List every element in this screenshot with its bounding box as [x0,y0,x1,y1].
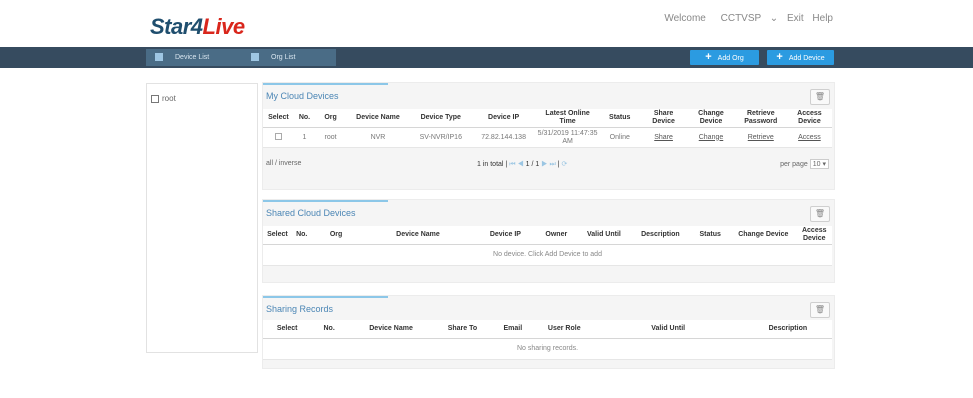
list-icon [155,53,163,62]
panel-title: Shared Cloud Devices [266,208,356,218]
col-header: Change Device [730,226,797,245]
row-select[interactable] [263,127,294,148]
my-devices-table: Select No. Org Device Name Device Type D… [263,109,832,148]
col-header: Description [630,226,691,245]
tree-item-root[interactable]: root [151,94,176,103]
checkbox-icon[interactable] [151,94,159,103]
list-icon [251,53,259,62]
col-header: Device Name [345,109,410,128]
col-header: Device IP [475,226,536,245]
per-page-select[interactable]: 10 ▾ [809,159,829,169]
prev-page-icon[interactable]: ◀ [517,161,523,168]
access-link[interactable]: Access [786,127,832,148]
logo: Star4Live [150,14,245,39]
shared-devices-table: Select No. Org Device Name Device IP Own… [263,226,832,266]
col-header: Description [743,320,832,339]
col-header: Share Device [639,109,688,128]
col-header: Org [315,109,346,128]
retrieve-link[interactable]: Retrieve [734,127,787,148]
panel-title: Sharing Records [266,304,334,314]
col-header: Status [690,226,731,245]
panel-title: My Cloud Devices [266,91,339,101]
pagination: 1 in total | ⏮ ◀ 1 / 1 ▶ ⏭ | ⟳ [477,161,568,168]
cell-time: 5/31/2019 11:47:35 AM [535,127,600,148]
col-header: Device Type [409,109,472,128]
next-page-icon[interactable]: ▶ [541,161,547,168]
col-header: Device Name [346,320,436,339]
col-header: Access Device [786,109,832,128]
cell-type: SV-NVR/IP16 [409,127,472,148]
chevron-down-icon: ⌄ [769,13,779,24]
col-header: Status [599,109,640,128]
sharing-records-panel: Sharing Records 🗑 Select No. Device Name… [262,295,835,369]
refresh-icon[interactable]: ⟳ [561,161,567,168]
col-header: User Role [535,320,593,339]
shared-cloud-devices-panel: Shared Cloud Devices 🗑 Select No. Org De… [262,199,835,283]
panel-accent [263,296,388,298]
panel-accent [263,200,388,202]
trash-icon[interactable]: 🗑 [810,89,830,105]
col-header: Valid Until [592,320,744,339]
col-header: Device Name [360,226,476,245]
col-header: Access Device [796,226,832,245]
last-page-icon[interactable]: ⏭ [549,161,555,168]
panel-accent [263,83,388,85]
col-header: Latest Online Time [535,109,600,128]
col-header: Email [489,320,536,339]
plus-icon: + [776,51,783,63]
col-header: Select [263,226,292,245]
empty-row: No sharing records. [263,338,832,360]
first-page-icon[interactable]: ⏮ [509,161,515,168]
col-header: Share To [435,320,490,339]
checkbox-icon[interactable] [274,132,282,140]
my-cloud-devices-panel: My Cloud Devices 🗑 Select No. Org Device… [262,82,835,190]
empty-row: No device. Click Add Device to add [263,244,832,266]
cell-no: 1 [293,127,316,148]
col-header: Valid Until [577,226,631,245]
cell-name: NVR [345,127,410,148]
col-header: Org [311,226,361,245]
header: Star4Live Welcome CCTVSP ⌄ Exit Help [0,0,973,47]
sharing-records-table: Select No. Device Name Share To Email Us… [263,320,832,360]
add-device-button[interactable]: + Add Device [767,50,834,65]
user-bar: Welcome CCTVSP ⌄ Exit Help [658,13,833,24]
col-header: Owner [535,226,578,245]
per-page: per page 10 ▾ [780,159,829,169]
cell-status: Online [599,127,640,148]
help-link[interactable]: Help [812,13,833,24]
user-menu[interactable]: CCTVSP ⌄ [715,13,779,24]
trash-icon[interactable]: 🗑 [810,206,830,222]
org-tree: root [146,83,258,353]
col-header: No. [291,226,312,245]
change-link[interactable]: Change [687,127,735,148]
select-all-inverse[interactable]: all / inverse [266,160,301,167]
empty-message: No sharing records. [263,338,832,360]
table-header: Select No. Org Device Name Device Type D… [263,109,832,128]
cell-org: root [315,127,346,148]
empty-message: No device. Click Add Device to add [263,244,832,266]
table-header: Select No. Device Name Share To Email Us… [263,320,832,339]
plus-icon: + [705,51,712,63]
col-header: Select [263,320,312,339]
share-link[interactable]: Share [639,127,688,148]
welcome-text: Welcome [664,13,706,24]
col-header: Retrieve Password [734,109,787,128]
col-header: Change Device [687,109,735,128]
trash-icon[interactable]: 🗑 [810,302,830,318]
col-header: Select [263,109,294,128]
cell-ip: 72.82.144.138 [471,127,536,148]
table-header: Select No. Org Device Name Device IP Own… [263,226,832,245]
add-org-button[interactable]: + Add Org [690,50,759,65]
col-header: No. [293,109,316,128]
table-row: 1 root NVR SV-NVR/IP16 72.82.144.138 5/3… [263,127,832,148]
col-header: No. [311,320,347,339]
col-header: Device IP [471,109,536,128]
table-footer: all / inverse 1 in total | ⏮ ◀ 1 / 1 ▶ ⏭… [263,155,832,173]
tab-org-list[interactable]: Org List [251,49,296,66]
tab-device-list[interactable]: Device List [155,49,209,66]
exit-link[interactable]: Exit [787,13,804,24]
